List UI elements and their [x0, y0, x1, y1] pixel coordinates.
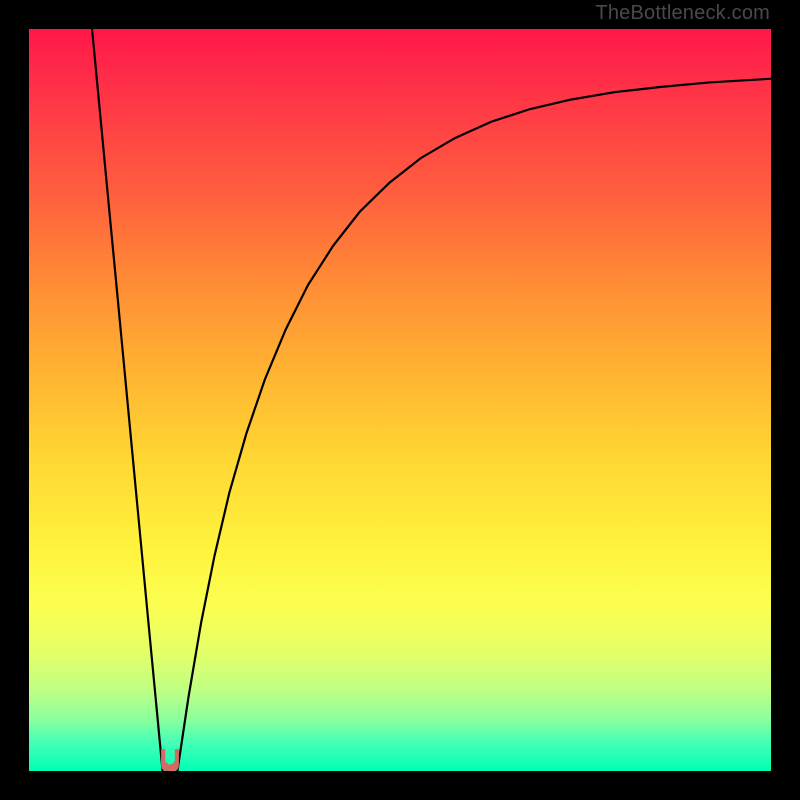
watermark-text: TheBottleneck.com: [595, 2, 770, 25]
right-branch-path: [177, 79, 771, 771]
curve-group: [92, 29, 771, 771]
cusp-marker: [161, 749, 179, 771]
plot-area: [29, 29, 771, 771]
left-branch-path: [92, 29, 162, 771]
bottleneck-curve: [29, 29, 771, 771]
chart-frame: TheBottleneck.com: [0, 0, 800, 800]
